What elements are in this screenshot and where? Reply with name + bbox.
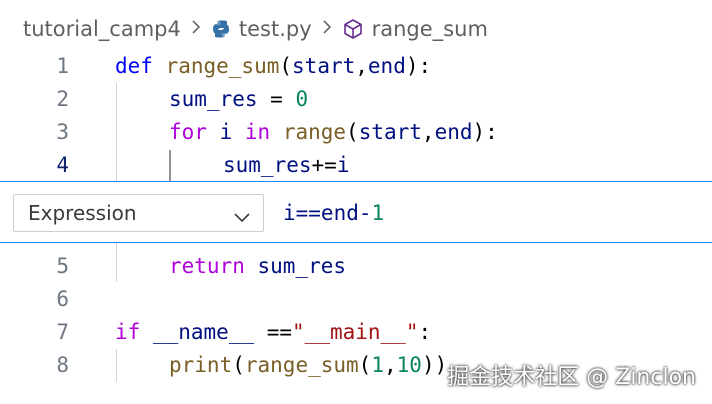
code-token: , [421, 120, 435, 144]
code-token: ( [279, 54, 293, 78]
code-token: "__main__" [292, 320, 419, 344]
line-number: 2 [56, 87, 69, 111]
code-token: , [355, 54, 368, 78]
code-token: return [169, 254, 258, 278]
code-line-5[interactable]: 5 return sum_res [0, 250, 712, 283]
code-token: start [358, 120, 422, 144]
code-text: sum_res+=i [223, 149, 349, 182]
code-token: def [115, 54, 166, 78]
breakpoint-condition-widget: Expression i==end-1 [0, 181, 712, 243]
code-token: , [383, 353, 397, 377]
line-number: 1 [56, 54, 69, 78]
line-number: 8 [56, 353, 69, 377]
code-token: == [254, 320, 293, 344]
line-number: 7 [56, 320, 69, 344]
code-token: start [292, 54, 356, 78]
breakpoint-type-select[interactable]: Expression [13, 194, 264, 232]
line-number: 6 [56, 287, 69, 311]
code-text: if __name__ =="__main__": [115, 316, 431, 349]
watermark: 掘金技术社区 @ Zinclon [447, 365, 696, 390]
code-token: ( [358, 353, 372, 377]
code-token: end [434, 120, 473, 144]
line-number: 4 [56, 153, 69, 177]
code-token: range_sum [244, 353, 359, 377]
code-token: if [115, 320, 153, 344]
code-token: ): [405, 54, 432, 78]
code-token: ( [346, 120, 359, 144]
code-token: : [418, 320, 432, 344]
line-number: 5 [56, 254, 69, 278]
code-token: ): [472, 120, 498, 144]
code-token: 10 [396, 353, 422, 377]
code-line-7[interactable]: 7 if __name__ =="__main__": [0, 316, 712, 349]
code-token: print [169, 353, 233, 377]
code-text: def range_sum(start,end): [115, 50, 431, 83]
code-text: return sum_res [169, 250, 346, 283]
condition-expression-input[interactable]: i==end-1 [283, 194, 384, 232]
condition-expression-number: 1 [371, 201, 385, 225]
line-number: 3 [56, 120, 69, 144]
code-token: ( [232, 353, 245, 377]
code-line-2[interactable]: 2 sum_res = 0 [0, 83, 712, 116]
code-line-6[interactable]: 6 [0, 283, 712, 316]
code-token: sum_res [257, 254, 347, 278]
code-token: range_sum [165, 54, 280, 78]
code-token: in [244, 120, 283, 144]
code-token: i [336, 153, 350, 177]
code-token: 1 [371, 353, 384, 377]
breakpoint-type-value: Expression [28, 201, 137, 225]
code-token: = [257, 87, 296, 111]
code-token: += [311, 153, 337, 177]
code-line-4[interactable]: 4 sum_res+=i [0, 149, 712, 182]
code-line-1[interactable]: 1 def range_sum(start,end): [0, 50, 712, 83]
code-token: for [169, 120, 220, 144]
code-token: i [219, 120, 245, 144]
code-line-3[interactable]: 3 for i in range(start,end): [0, 116, 712, 149]
code-token: )) [421, 353, 448, 377]
code-token: sum_res [223, 153, 312, 177]
code-text: print(range_sum(1,10)) [169, 349, 447, 382]
code-token: __name__ [152, 320, 255, 344]
code-token: range [282, 120, 347, 144]
code-token: end [367, 54, 406, 78]
chevron-down-icon [233, 205, 251, 229]
code-text: for i in range(start,end): [169, 116, 498, 149]
condition-expression-text: i==end- [283, 201, 372, 225]
code-text: sum_res = 0 [169, 83, 308, 116]
code-token: sum_res [169, 87, 258, 111]
code-token: 0 [295, 87, 309, 111]
